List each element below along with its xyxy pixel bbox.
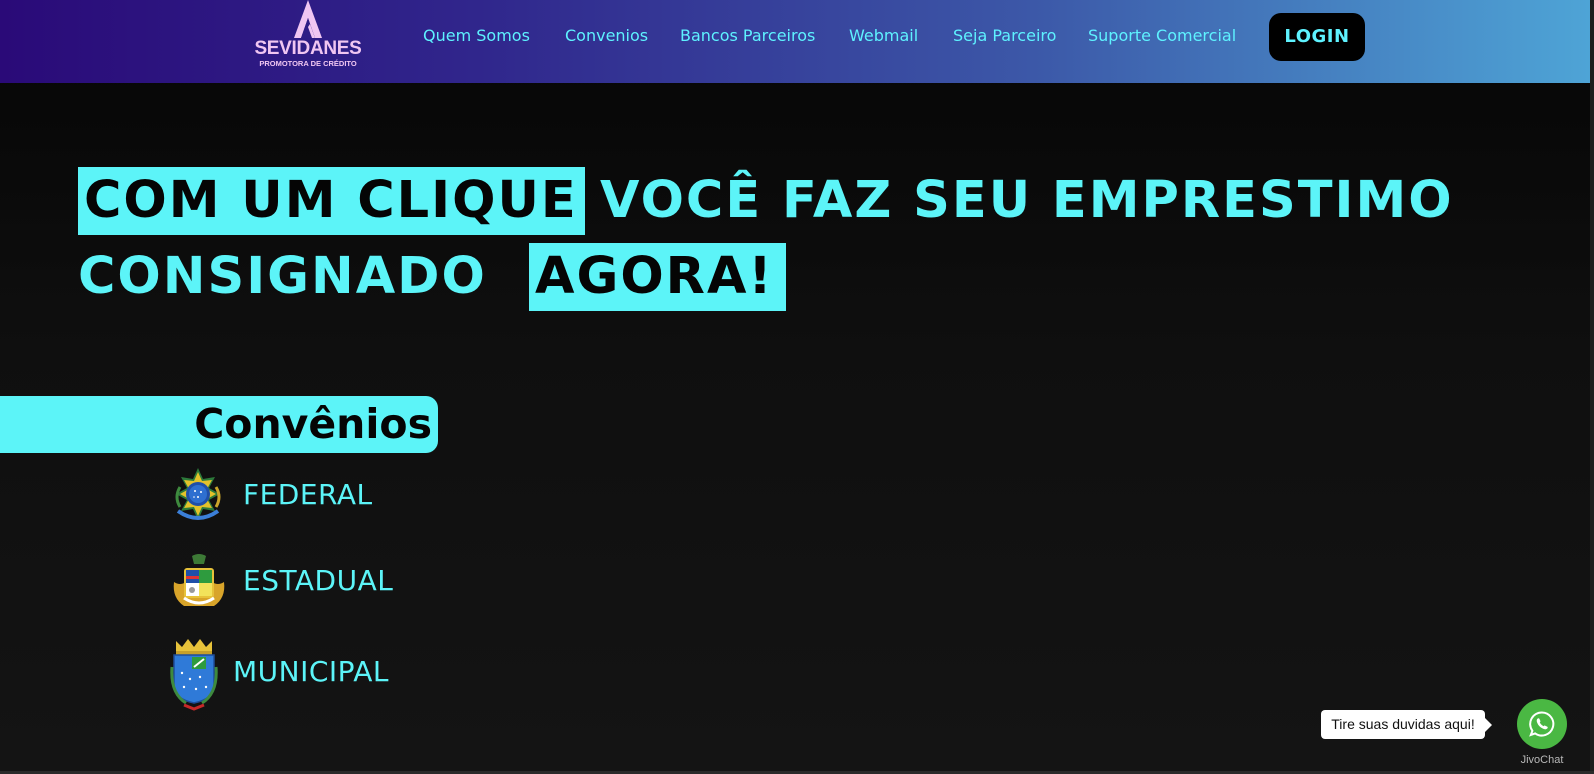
logo-name: SEVIDANES [254, 38, 362, 59]
convenio-estadual-label: ESTADUAL [243, 564, 394, 597]
convenios-title: Convênios [194, 400, 432, 448]
whatsapp-icon [1529, 711, 1555, 737]
convenio-federal-label: FEDERAL [243, 478, 373, 511]
convenio-municipal[interactable]: MUNICIPAL [170, 637, 435, 711]
hero-text-voce-faz: VOCÊ FAZ SEU EMPRESTIMO [600, 171, 1454, 230]
hero-highlight-agora: AGORA! [529, 243, 786, 311]
municipal-coat-of-arms-icon [170, 639, 218, 711]
brand-logo[interactable]: SEVIDANES PROMOTORA DE CRÉDITO [250, 0, 366, 72]
nav-link-suporte-comercial[interactable]: Suporte Comercial [1088, 26, 1236, 45]
brazil-coat-of-arms-icon [175, 468, 221, 520]
nav-link-seja-parceiro[interactable]: Seja Parceiro [953, 26, 1056, 45]
convenio-estadual[interactable]: ESTADUAL [170, 550, 432, 614]
hero-text-consignado: CONSIGNADO [78, 247, 487, 306]
logo-tagline: PROMOTORA DE CRÉDITO [259, 59, 357, 68]
hero-highlight-com-um-clique: COM UM CLIQUE [78, 167, 585, 235]
convenio-municipal-label: MUNICIPAL [233, 655, 390, 688]
convenios-heading-badge: Convênios [0, 396, 438, 453]
nav-link-convenios[interactable]: Convenios [565, 26, 648, 45]
nav-link-bancos-parceiros[interactable]: Bancos Parceiros [680, 26, 815, 45]
nav-link-webmail[interactable]: Webmail [849, 26, 918, 45]
whatsapp-chat-button[interactable] [1517, 699, 1567, 749]
chat-brand-label: JivoChat [1520, 754, 1564, 766]
login-button[interactable]: LOGIN [1269, 13, 1365, 61]
logo-mark-icon [294, 0, 322, 38]
page: SEVIDANES PROMOTORA DE CRÉDITO Quem Somo… [0, 0, 1594, 774]
site-header: SEVIDANES PROMOTORA DE CRÉDITO Quem Somo… [0, 0, 1590, 83]
nav-link-quem-somos[interactable]: Quem Somos [423, 26, 530, 45]
page-right-edge [1590, 0, 1594, 774]
state-coat-of-arms-icon [173, 554, 225, 606]
chat-invite-bubble[interactable]: Tire suas duvidas aqui! [1321, 710, 1492, 739]
convenio-federal[interactable]: FEDERAL [170, 464, 410, 528]
